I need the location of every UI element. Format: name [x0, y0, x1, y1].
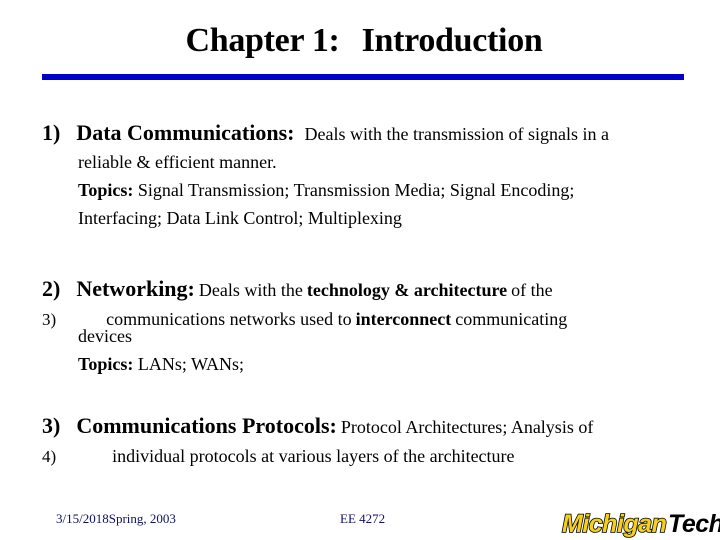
title-chapter: Chapter 1:	[185, 22, 340, 59]
item-1-topics-label: Topics:	[78, 180, 134, 200]
item-1-topics: Topics: Signal Transmission; Transmissio…	[78, 180, 574, 201]
item-1-heading: Data Communications:	[76, 120, 295, 145]
item-2-text-b: of the	[511, 280, 553, 300]
item-2-text-d: communicating	[455, 309, 568, 329]
title-topic: Introduction	[361, 22, 543, 59]
item-2-topics-label: Topics:	[78, 354, 134, 374]
item-3-line-2: 4) individual protocols at various layer…	[42, 446, 515, 467]
logo-word-tech: Tech	[668, 510, 720, 538]
item-2-line-1: 2) Networking: Deals with the technology…	[42, 276, 553, 302]
title-divider	[42, 74, 684, 80]
item-2-topics-line-1: LANs; WANs;	[137, 354, 245, 374]
item-2-topics: Topics: LANs; WANs;	[78, 354, 244, 375]
michigan-tech-logo: Michigan Tech	[561, 509, 720, 538]
footer-date-term: 3/15/2018Spring, 2003	[56, 511, 176, 526]
item-2-text-c: communications networks used to	[106, 309, 352, 329]
item-2-number: 2)	[42, 276, 61, 301]
logo-word-michigan: Michigan	[562, 510, 667, 538]
item-1-number: 1)	[42, 120, 61, 145]
item-3-text-1: Protocol Architectures; Analysis of	[340, 417, 594, 437]
item-2-bold-b: interconnect	[355, 309, 452, 329]
item-1-topics-line-2: Interfacing; Data Link Control; Multiple…	[78, 208, 402, 228]
item-3-number: 3)	[42, 413, 61, 438]
item-3-sub-number: 4)	[42, 447, 57, 466]
slide-title: Chapter 1: Introduction	[0, 22, 720, 60]
item-3-heading: Communications Protocols:	[76, 413, 337, 438]
item-1-line-1: 1) Data Communications: Deals with the t…	[42, 120, 609, 146]
item-3-line-1: 3) Communications Protocols: Protocol Ar…	[42, 413, 593, 439]
item-2-heading: Networking:	[76, 276, 195, 301]
item-1-text-2: reliable & efficient manner.	[78, 152, 277, 172]
item-2-bold-a: technology & architecture	[306, 280, 508, 300]
item-2-text-a: Deals with the	[198, 280, 303, 300]
footer-course: EE 4272	[340, 511, 386, 526]
item-2-sub-number: 3)	[42, 310, 57, 329]
item-3-text-2: individual protocols at various layers o…	[112, 446, 515, 466]
item-1-topics-line-1: Signal Transmission; Transmission Media;…	[137, 180, 575, 200]
item-2-text-e: devices	[78, 326, 132, 346]
item-1-text-1: Deals with the transmission of signals i…	[304, 124, 609, 144]
